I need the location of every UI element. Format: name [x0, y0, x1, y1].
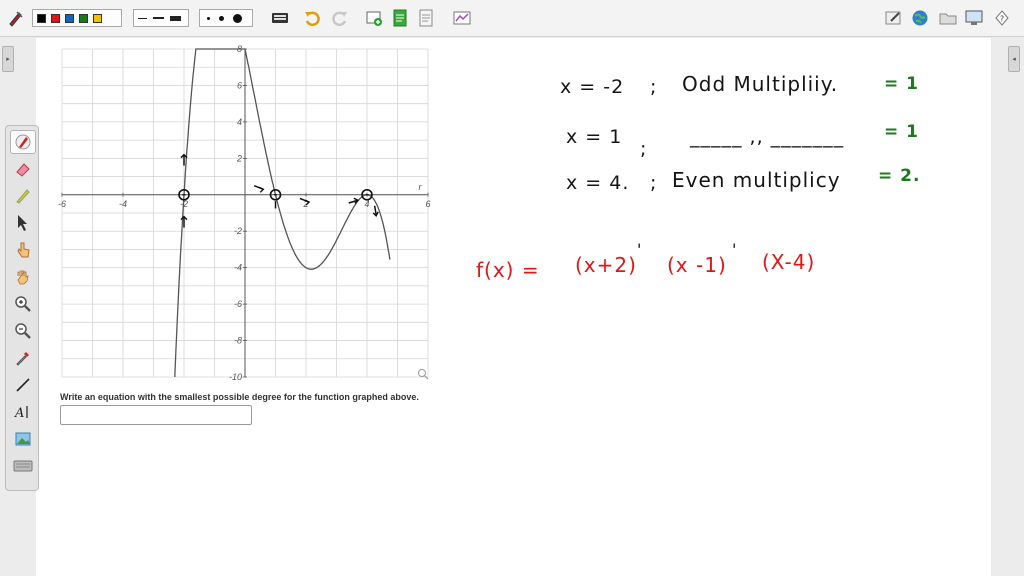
note-sep-2: ;: [640, 138, 648, 160]
drawing-tools-panel: A: [5, 125, 39, 491]
svg-text:A: A: [14, 406, 24, 421]
y-tick-label: -2: [234, 226, 242, 236]
x-tick-label: -4: [119, 199, 127, 209]
equation-lhs: f(x) =: [476, 258, 540, 282]
question-prompt: Write an equation with the smallest poss…: [60, 392, 419, 402]
equation-factor-1: (x+2): [575, 253, 637, 277]
function-graph: -6 -4 -2 2 4 68642-2-4-6-8-10r: [58, 44, 431, 382]
y-tick-label: 2: [236, 153, 242, 163]
graph-zoom-icon[interactable]: [418, 369, 429, 380]
y-tick-label: 6: [237, 80, 242, 90]
equation-exponent-1: ': [637, 240, 643, 259]
y-tick-label: 4: [237, 117, 242, 127]
note-sep-1: ;: [650, 76, 658, 98]
select-pointer-tool[interactable]: [10, 211, 36, 235]
hand-pan-tool[interactable]: [10, 265, 36, 289]
keyboard-input-tool[interactable]: [10, 454, 36, 478]
x-tick-label: 6: [425, 199, 430, 209]
eyedropper-tool[interactable]: [10, 346, 36, 370]
x-tick-label: -6: [58, 199, 66, 209]
note-desc-2: _____ ,, _______: [690, 126, 845, 148]
arrow-head: [258, 186, 265, 193]
note-mult-3: = 2.: [878, 166, 921, 186]
highlighter-tool[interactable]: [10, 184, 36, 208]
eraser-tool[interactable]: [10, 157, 36, 181]
zoom-out-tool[interactable]: [10, 319, 36, 343]
y-tick-label: -6: [234, 299, 242, 309]
note-mult-2: = 1: [884, 122, 919, 142]
answer-input[interactable]: [60, 405, 252, 425]
equation-exponent-2: ': [732, 240, 738, 259]
equation-factor-3: (X-4): [762, 250, 816, 274]
note-desc-3: Even multiplicy: [672, 168, 841, 192]
image-tool[interactable]: [10, 427, 36, 451]
y-tick-label: -8: [234, 336, 242, 346]
pen-tool[interactable]: [10, 130, 36, 154]
line-tool[interactable]: [10, 373, 36, 397]
note-root-1: x = -2: [560, 76, 625, 98]
hand-point-tool[interactable]: [10, 238, 36, 262]
note-mult-1: = 1: [884, 74, 919, 94]
note-root-2: x = 1: [566, 126, 623, 148]
zoom-in-tool[interactable]: [10, 292, 36, 316]
y-tick-label: -4: [234, 263, 242, 273]
text-tool[interactable]: A: [10, 400, 36, 424]
note-sep-3: ;: [650, 172, 658, 194]
direction-arrow: [373, 205, 377, 215]
y-tick-label: -10: [229, 372, 242, 382]
note-desc-1: Odd Multipliiy.: [682, 72, 839, 96]
note-root-3: x = 4.: [566, 172, 630, 194]
equation-factor-2: (x -1): [667, 253, 727, 277]
x-axis-label: r: [419, 182, 423, 192]
